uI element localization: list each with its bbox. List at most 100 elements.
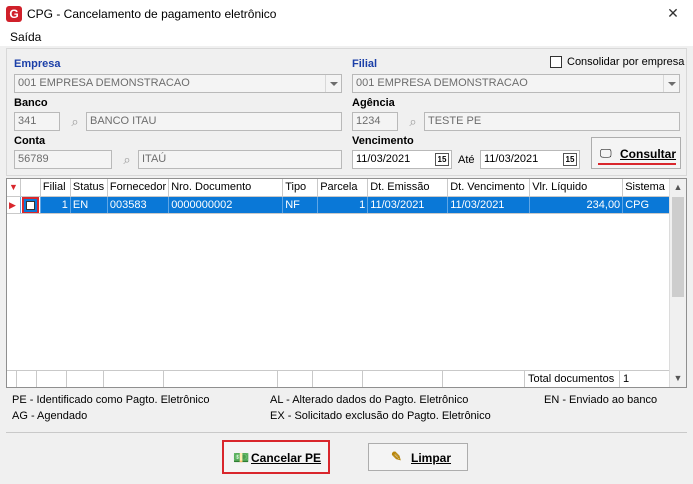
scroll-thumb[interactable]	[672, 197, 684, 297]
filial-label: Filial	[352, 58, 378, 70]
conta-name-field: ITAÚ	[138, 150, 342, 169]
legend-pe: PE - Identificado como Pagto. Eletrônico	[12, 394, 210, 406]
cell-filial: 1	[40, 196, 71, 214]
agencia-label: Agência	[352, 97, 395, 109]
consultar-underline	[598, 163, 676, 165]
header-parcela[interactable]: Parcela	[317, 179, 369, 197]
monitor-search-icon: 🖵	[600, 146, 612, 160]
legend-ag: AG - Agendado	[12, 410, 88, 422]
footer-cell	[37, 371, 67, 387]
window-title: CPG - Cancelamento de pagamento eletrôni…	[27, 7, 277, 21]
row-select-highlight	[21, 196, 39, 212]
footer-cell	[67, 371, 104, 387]
agencia-code-field[interactable]: 1234	[352, 112, 398, 131]
header-status[interactable]: Status	[70, 179, 108, 197]
binoculars-search-icon[interactable]: ⌕	[64, 112, 86, 131]
limpar-button[interactable]: ✎ Limpar	[368, 443, 468, 471]
documents-table: ▼ Filial Status Fornecedor Nro. Document…	[7, 179, 674, 214]
empresa-label: Empresa	[14, 58, 61, 70]
consultar-button[interactable]: 🖵 Consultar	[591, 137, 681, 169]
conta-code-field[interactable]: 56789	[14, 150, 112, 169]
app-logo-icon: G	[6, 6, 22, 22]
empresa-value: 001 EMPRESA DEMONSTRACAO	[18, 77, 190, 89]
cell-dt-emissao: 11/03/2021	[367, 196, 449, 214]
cell-fornecedor: 003583	[107, 196, 170, 214]
vencimento-ate-field[interactable]: 11/03/2021 15	[480, 150, 580, 169]
header-select	[20, 179, 41, 197]
footer-cell	[313, 371, 363, 387]
ate-label: Até	[458, 154, 475, 166]
legend-en: EN - Enviado ao banco	[544, 394, 658, 406]
cell-vlr-liquido: 234,00	[529, 196, 624, 214]
chevron-down-icon[interactable]	[325, 75, 341, 92]
conta-label: Conta	[14, 135, 46, 147]
vertical-scrollbar[interactable]: ▲ ▼	[669, 179, 686, 387]
consolidar-label: Consolidar por empresa	[567, 56, 685, 68]
footer-cell	[7, 371, 17, 387]
vencimento-label: Vencimento	[352, 135, 414, 147]
cell-tipo: NF	[282, 196, 319, 214]
eraser-icon: ✎	[391, 449, 402, 464]
banco-label: Banco	[14, 97, 48, 109]
row-indicator: ▶	[7, 196, 21, 214]
scroll-down-icon[interactable]: ▼	[670, 370, 686, 387]
footer-cell	[164, 371, 278, 387]
footer-cell	[363, 371, 443, 387]
client-area: Empresa 001 EMPRESA DEMONSTRACAO Filial …	[0, 46, 693, 484]
total-documents-value: 1	[620, 371, 670, 387]
vencimento-de-value: 11/03/2021	[356, 153, 411, 165]
header-sistema[interactable]: Sistema	[622, 179, 674, 197]
filial-value: 001 EMPRESA DEMONSTRACAO	[356, 77, 528, 89]
filter-panel: Empresa 001 EMPRESA DEMONSTRACAO Filial …	[6, 48, 687, 176]
cell-parcela: 1	[317, 196, 369, 214]
empresa-combo[interactable]: 001 EMPRESA DEMONSTRACAO	[14, 74, 342, 93]
divider	[6, 432, 687, 433]
consultar-label: Consultar	[620, 147, 677, 161]
filial-combo[interactable]: 001 EMPRESA DEMONSTRACAO	[352, 74, 680, 93]
footer-cell	[104, 371, 164, 387]
header-dt-emissao[interactable]: Dt. Emissão	[367, 179, 449, 197]
footer-cell	[17, 371, 37, 387]
row-checkbox[interactable]	[25, 200, 35, 210]
binoculars-search-icon[interactable]: ⌕	[402, 112, 424, 131]
scroll-up-icon[interactable]: ▲	[670, 179, 686, 196]
header-fornecedor[interactable]: Fornecedor	[107, 179, 170, 197]
cell-nro-documento: 0000000002	[168, 196, 284, 214]
title-bar: G CPG - Cancelamento de pagamento eletrô…	[0, 0, 693, 28]
cancelar-pe-label: Cancelar PE	[251, 451, 322, 465]
documents-grid: ▼ Filial Status Fornecedor Nro. Document…	[6, 178, 687, 388]
header-nro-documento[interactable]: Nro. Documento	[168, 179, 284, 197]
binoculars-search-icon[interactable]: ⌕	[116, 150, 138, 169]
banco-code-field[interactable]: 341	[14, 112, 60, 131]
total-documents-label: Total documentos	[525, 371, 620, 387]
legend-al: AL - Alterado dados do Pagto. Eletrônico	[270, 394, 469, 406]
calendar-icon[interactable]: 15	[435, 153, 449, 166]
vencimento-ate-value: 11/03/2021	[484, 153, 539, 165]
status-legend: PE - Identificado como Pagto. Eletrônico…	[6, 390, 687, 430]
menu-item-saida[interactable]: Saída	[10, 30, 41, 44]
cell-sistema: CPG	[622, 196, 674, 214]
footer-cell	[443, 371, 525, 387]
table-header-row: ▼ Filial Status Fornecedor Nro. Document…	[7, 179, 674, 197]
header-vlr-liquido[interactable]: Vlr. Líquido	[529, 179, 624, 197]
row-select-cell[interactable]	[20, 196, 41, 214]
vencimento-de-field[interactable]: 11/03/2021 15	[352, 150, 452, 169]
chevron-down-icon[interactable]	[663, 75, 679, 92]
limpar-label: Limpar	[411, 451, 452, 465]
sort-arrow-icon: ▼	[9, 182, 18, 193]
footer-cell	[278, 371, 313, 387]
header-dt-vencimento[interactable]: Dt. Vencimento	[447, 179, 531, 197]
consolidar-checkbox[interactable]	[550, 56, 562, 68]
cancelar-pe-button[interactable]: 💵 Cancelar PE	[222, 440, 330, 474]
cell-dt-vencimento: 11/03/2021	[447, 196, 531, 214]
calendar-icon[interactable]: 15	[563, 153, 577, 166]
close-button[interactable]: ✕	[661, 3, 685, 23]
table-row[interactable]: ▶ 1 EN 003583 0000000002 NF 1 11/03/2021…	[7, 196, 674, 214]
menu-bar: Saída	[0, 28, 693, 46]
legend-ex: EX - Solicitado exclusão do Pagto. Eletr…	[270, 410, 491, 422]
money-cancel-icon: 💵	[233, 450, 250, 465]
header-filial[interactable]: Filial	[40, 179, 71, 197]
agencia-name-field: TESTE PE	[424, 112, 680, 131]
grid-footer: Total documentos 1	[7, 370, 670, 387]
header-tipo[interactable]: Tipo	[282, 179, 319, 197]
